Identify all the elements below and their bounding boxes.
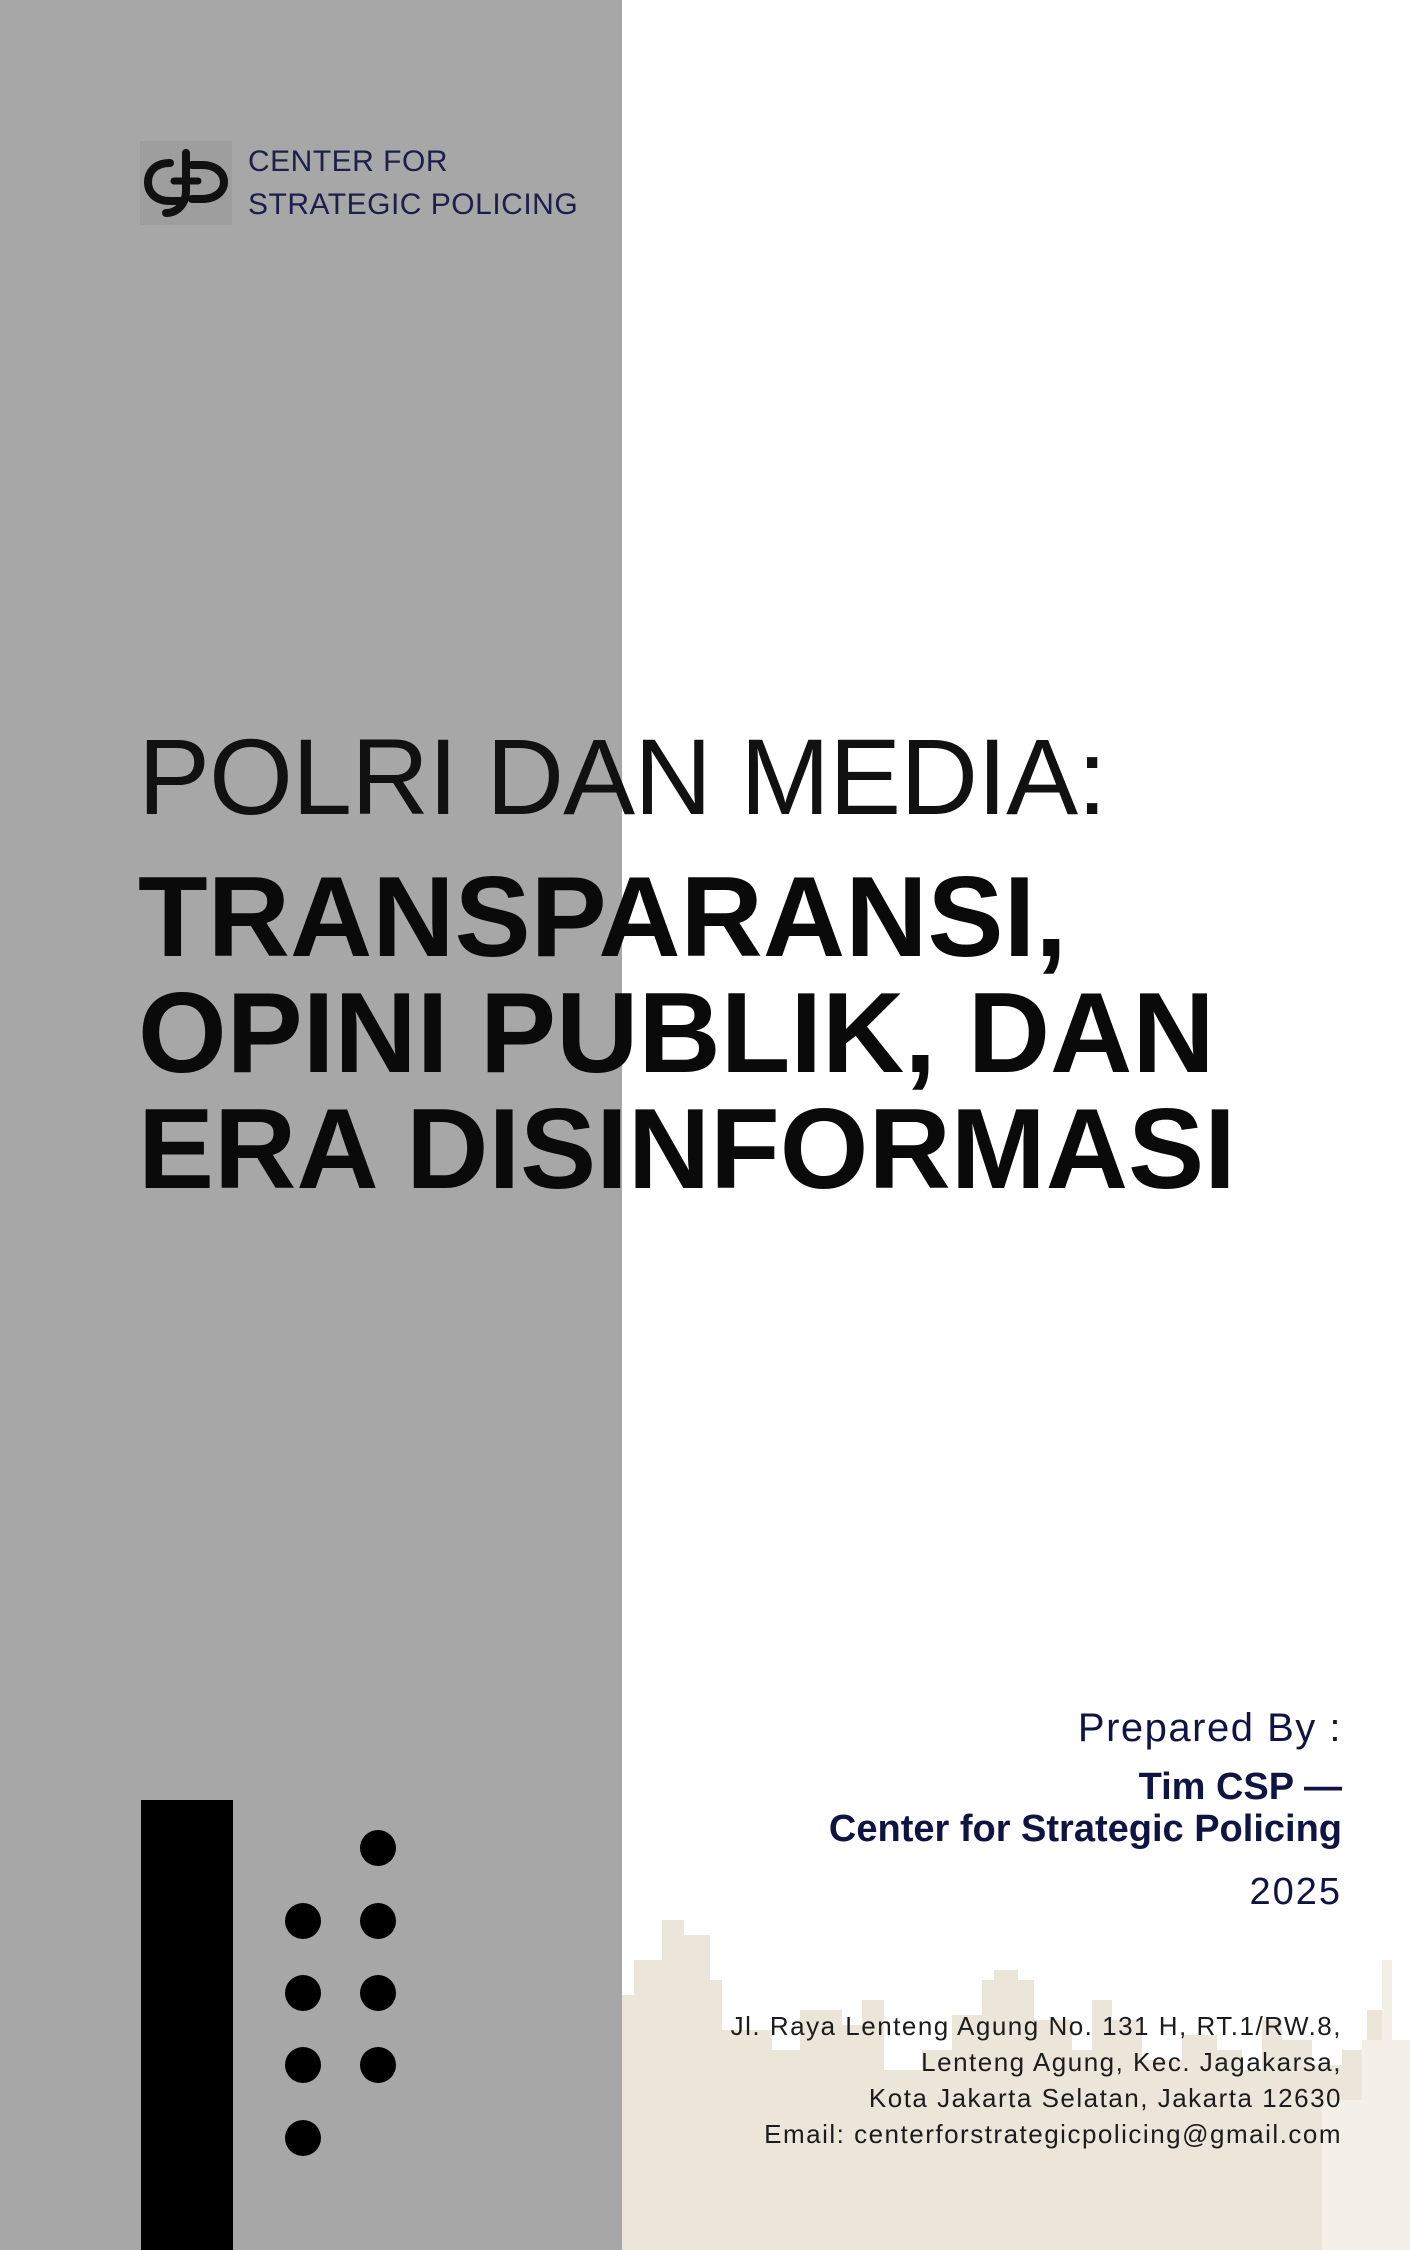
decorative-dot	[360, 2047, 396, 2083]
decorative-dot	[360, 1903, 396, 1939]
prepared-year: 2025	[1249, 1871, 1342, 1913]
decorative-black-bar	[141, 1800, 233, 2250]
prepared-org: Center for Strategic Policing	[828, 1808, 1342, 1850]
decorative-dot	[285, 2120, 321, 2156]
decorative-dot	[285, 2047, 321, 2083]
title-bold-line1: TRANSPARANSI,	[138, 854, 1067, 981]
org-name-line1: CENTER FOR	[248, 145, 448, 178]
address-line2: Lenteng Agung, Kec. Jagakarsa,	[921, 2047, 1342, 2077]
org-logo-block: CENTER FOR STRATEGIC POLICING	[140, 140, 578, 226]
decorative-dot	[360, 1830, 396, 1866]
title-bold: TRANSPARANSI, OPINI PUBLIK, DAN ERA DISI…	[138, 860, 1368, 1208]
address-email: Email: centerforstrategicpolicing@gmail.…	[764, 2119, 1342, 2149]
address-line1: Jl. Raya Lenteng Agung No. 131 H, RT.1/R…	[730, 2011, 1342, 2041]
csp-logo-icon	[140, 141, 232, 225]
org-name: CENTER FOR STRATEGIC POLICING	[248, 140, 578, 226]
decorative-dot	[285, 1975, 321, 2011]
address-block: Jl. Raya Lenteng Agung No. 131 H, RT.1/R…	[731, 2008, 1342, 2152]
title-bold-line3: ERA DISINFORMASI	[138, 1086, 1236, 1213]
title-bold-line2: OPINI PUBLIK, DAN	[138, 970, 1215, 1097]
address-line3: Kota Jakarta Selatan, Jakarta 12630	[868, 2083, 1342, 2113]
prepared-by-block: Prepared By : Tim CSP — Center for Strat…	[829, 1700, 1342, 1920]
prepared-team: Tim CSP —	[1138, 1766, 1342, 1808]
decorative-dot	[360, 1975, 396, 2011]
title-light: POLRI DAN MEDIA:	[138, 716, 1107, 837]
decorative-dot	[285, 1903, 321, 1939]
prepared-by-label: Prepared By :	[1077, 1706, 1342, 1750]
org-name-line2: STRATEGIC POLICING	[248, 188, 579, 221]
